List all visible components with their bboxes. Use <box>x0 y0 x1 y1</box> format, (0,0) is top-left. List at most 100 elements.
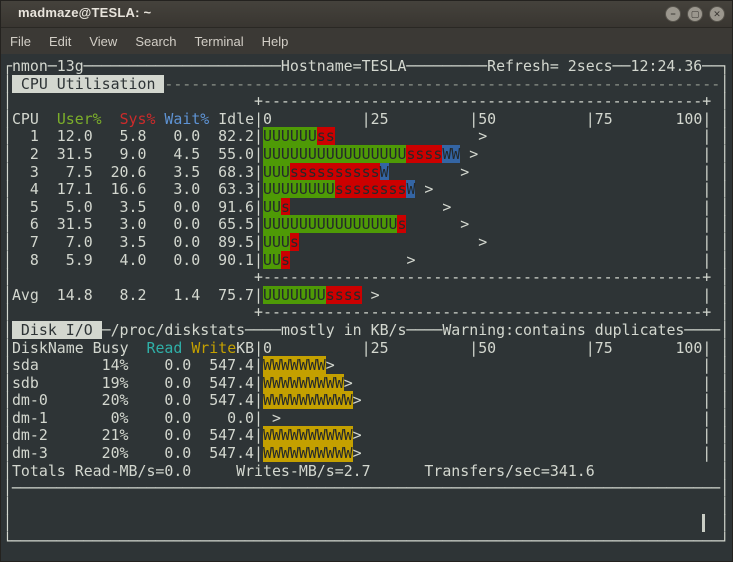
terminal-screen[interactable]: ┌nmon─13g──────────────────────Hostname=… <box>1 54 733 562</box>
terminal-text: dm-3 20% 0.0 547.4 <box>12 444 254 462</box>
terminal-text: │ <box>3 233 12 251</box>
terminal-text: ----------------------------------------… <box>164 75 720 93</box>
terminal-text <box>433 180 702 198</box>
terminal-text: 1 12.0 5.8 0.0 82.2 <box>12 127 254 145</box>
terminal-text: | <box>702 198 711 216</box>
terminal-text: │ <box>720 321 729 339</box>
terminal-text: ──── <box>245 321 281 339</box>
menu-item-view[interactable]: View <box>80 31 126 52</box>
terminal-text: │ <box>720 127 729 145</box>
terminal-text: > <box>442 198 451 216</box>
terminal-text: Transfers/sec=341.6 <box>424 462 594 480</box>
terminal-text: │ <box>3 356 12 374</box>
terminal-text: DiskName <box>12 339 84 357</box>
terminal-row: │ 5 5.0 3.5 0.0 91.6|UUs > | │ <box>3 199 733 217</box>
terminal-text <box>39 110 57 128</box>
terminal-text <box>469 215 702 233</box>
terminal-text: | <box>702 215 711 233</box>
terminal-row: └───────────────────────────────────────… <box>3 533 733 551</box>
terminal-text <box>290 251 407 269</box>
terminal-text: │ <box>720 110 729 128</box>
terminal-window: madmaze@TESLA: ~ −▢✕ FileEditViewSearchT… <box>0 0 733 562</box>
terminal-text: |0 |25 |50 |75 100| <box>254 339 711 357</box>
terminal-text <box>711 145 720 163</box>
terminal-text: | <box>702 391 711 409</box>
terminal-text: │ <box>3 180 12 198</box>
terminal-text: │ <box>3 321 12 339</box>
terminal-text: Write <box>191 339 236 357</box>
terminal-text: | <box>254 409 263 427</box>
bar-segment: UUU <box>263 163 290 181</box>
bar-segment: UUUUUU <box>263 127 317 145</box>
terminal-text: Idle <box>218 110 254 128</box>
terminal-text <box>12 268 254 286</box>
terminal-text: │ <box>3 127 12 145</box>
terminal-text: CPU Utilisation <box>12 75 164 93</box>
terminal-text <box>182 339 191 357</box>
terminal-text: KB <box>236 339 254 357</box>
terminal-text: > <box>326 356 335 374</box>
terminal-row: │dm-2 21% 0.0 547.4|WWWWWWWWWW> | │ <box>3 427 733 445</box>
terminal-text: │ <box>720 426 729 444</box>
terminal-text: Busy <box>93 339 129 357</box>
close-button[interactable]: ✕ <box>709 6 725 22</box>
terminal-row: │sdb 19% 0.0 547.4|WWWWWWWWW> | │ <box>3 375 733 393</box>
terminal-text: │ <box>3 462 12 480</box>
terminal-text: | <box>702 444 711 462</box>
terminal-text: | <box>702 286 711 304</box>
terminal-row: │Totals Read-MB/s=0.0 Writes-MB/s=2.7 Tr… <box>3 463 733 481</box>
terminal-text <box>460 145 469 163</box>
bar-segment: UUUUUUUU <box>263 180 335 198</box>
minimize-button[interactable]: − <box>665 6 681 22</box>
terminal-text: > <box>272 409 281 427</box>
terminal-text <box>362 426 703 444</box>
terminal-text: | <box>702 356 711 374</box>
terminal-row: │dm-1 0% 0.0 0.0| > | │ <box>3 410 733 428</box>
menu-item-terminal[interactable]: Terminal <box>186 31 253 52</box>
terminal-text <box>711 180 720 198</box>
terminal-row: │ │ <box>3 498 733 516</box>
terminal-text <box>487 127 702 145</box>
terminal-row: │ │ <box>3 515 733 533</box>
terminal-text: │ <box>720 180 729 198</box>
bar-segment: UUUUUUUUUUUUUUU <box>263 215 397 233</box>
terminal-text <box>711 198 720 216</box>
terminal-row: │ 2 31.5 9.0 4.5 55.0|UUUUUUUUUUUUUUUUss… <box>3 146 733 164</box>
terminal-text: Writes-MB/s=2.7 <box>236 462 370 480</box>
terminal-text <box>380 286 703 304</box>
terminal-text: │ <box>720 251 729 269</box>
window-title-bar[interactable]: madmaze@TESLA: ~ −▢✕ <box>1 1 732 28</box>
maximize-button[interactable]: ▢ <box>687 6 703 22</box>
terminal-text: | <box>254 180 263 198</box>
terminal-text <box>299 233 478 251</box>
terminal-text: │ <box>3 497 12 515</box>
menu-item-edit[interactable]: Edit <box>40 31 80 52</box>
terminal-text: ──── <box>406 321 442 339</box>
terminal-text: | <box>254 444 263 462</box>
terminal-text: │ <box>720 286 729 304</box>
terminal-text: Disk I/O <box>12 321 102 339</box>
terminal-text: │ <box>720 145 729 163</box>
terminal-text: Read <box>146 339 182 357</box>
terminal-text <box>335 356 703 374</box>
terminal-row: │───────────────────────────────────────… <box>3 480 733 498</box>
terminal-text <box>711 409 720 427</box>
menu-item-help[interactable]: Help <box>253 31 298 52</box>
terminal-text: CPU <box>12 110 39 128</box>
terminal-text: ┌nmon─13g──────────────────────Hostname=… <box>3 57 729 75</box>
terminal-text: │ <box>3 514 12 532</box>
terminal-text: | <box>254 198 263 216</box>
terminal-text: /proc/diskstats <box>111 321 245 339</box>
terminal-text: │ <box>720 391 729 409</box>
terminal-text: | <box>702 374 711 392</box>
terminal-text: Avg 14.8 8.2 1.4 75.7 <box>12 286 254 304</box>
terminal-text: mostly in KB/s <box>281 321 407 339</box>
terminal-text: | <box>702 163 711 181</box>
menu-item-search[interactable]: Search <box>126 31 185 52</box>
bar-segment: s <box>281 198 290 216</box>
menu-item-file[interactable]: File <box>1 31 40 52</box>
terminal-text: | <box>702 426 711 444</box>
terminal-text: > <box>478 233 487 251</box>
window-buttons: −▢ ✕ <box>659 6 725 22</box>
terminal-text <box>711 339 720 357</box>
